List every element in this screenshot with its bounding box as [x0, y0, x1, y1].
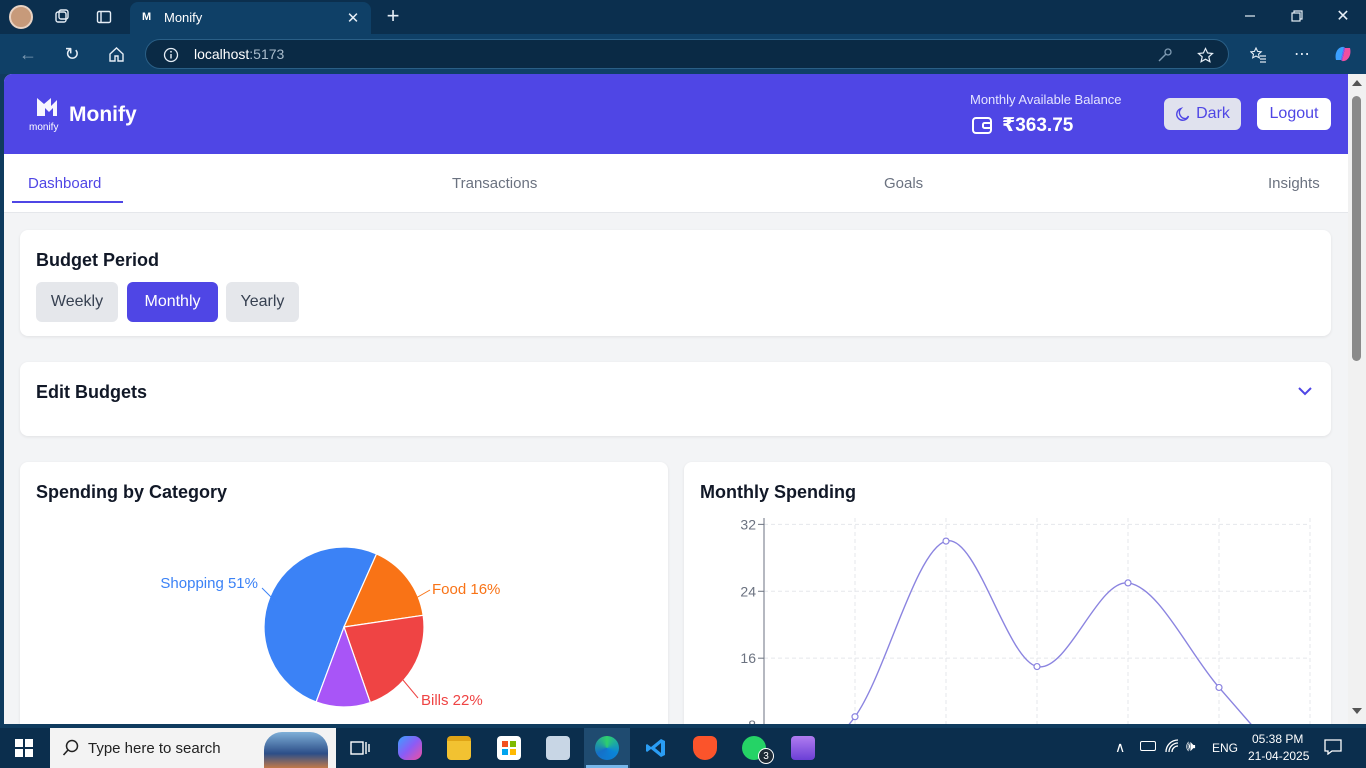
tab-favicon-icon: M — [142, 11, 152, 23]
page-scrollbar[interactable] — [1348, 74, 1366, 724]
whatsapp-icon[interactable]: 3 — [742, 736, 774, 764]
home-icon[interactable] — [106, 44, 126, 64]
data-point — [1215, 683, 1223, 692]
copilot-icon[interactable] — [1332, 43, 1354, 65]
address-bar[interactable]: localhost:5173 — [145, 39, 1229, 69]
photos-app-icon[interactable] — [546, 736, 570, 760]
task-view-icon[interactable] — [348, 736, 372, 760]
url-host: localhost — [194, 46, 250, 62]
microsoft-store-icon[interactable] — [497, 736, 521, 760]
windows-taskbar: Type here to search 3 ∧ 🕪 ENG 05:38 PM 2… — [0, 728, 1366, 768]
brave-browser-icon[interactable] — [693, 736, 717, 760]
data-point — [1033, 662, 1041, 671]
tab-insights[interactable]: Insights — [1268, 175, 1320, 192]
video-editor-icon[interactable] — [791, 736, 815, 760]
line-chart: 32 24 16 8 — [740, 516, 1311, 724]
more-options-icon[interactable]: ⋯ — [1292, 44, 1312, 64]
favorites-icon[interactable] — [1248, 44, 1268, 64]
search-icon — [62, 739, 80, 757]
tab-title: Monify — [164, 10, 203, 25]
edge-browser-icon[interactable] — [595, 736, 619, 760]
wallet-icon — [971, 114, 993, 136]
tab-actions-icon[interactable] — [94, 7, 114, 27]
y-tick-label: 24 — [740, 583, 756, 599]
new-tab-icon[interactable]: + — [383, 3, 403, 28]
file-explorer-icon[interactable] — [447, 736, 471, 760]
dark-mode-button[interactable]: Dark — [1164, 98, 1241, 130]
battery-icon[interactable] — [1140, 741, 1156, 751]
scroll-down-arrow-icon[interactable] — [1352, 708, 1362, 714]
pie-chart: Shopping 51% Food 16% Bills 22% — [160, 546, 500, 709]
brand-name[interactable]: Monify — [69, 103, 137, 127]
volume-icon[interactable]: 🕪 — [1186, 738, 1195, 755]
pie-slice-label: Shopping 51% — [160, 575, 258, 592]
brand-logo-icon[interactable] — [35, 94, 61, 118]
key-icon[interactable] — [1156, 46, 1174, 64]
tab-transactions[interactable]: Transactions — [452, 175, 537, 192]
taskbar-search-box[interactable]: Type here to search — [50, 728, 336, 768]
data-point — [851, 713, 859, 721]
copilot-taskbar-icon[interactable] — [398, 736, 422, 760]
pie-label-line — [415, 589, 431, 599]
site-info-icon[interactable] — [162, 46, 180, 64]
y-tick-label: 16 — [740, 650, 756, 666]
search-placeholder: Type here to search — [88, 740, 221, 757]
period-yearly-button[interactable]: Yearly — [226, 282, 299, 322]
browser-tab[interactable]: M Monify ✕ — [130, 2, 371, 34]
main-nav: Dashboard Transactions Goals Insights — [4, 154, 1348, 213]
workspaces-icon[interactable] — [52, 7, 72, 27]
y-tick-label: 8 — [748, 717, 756, 724]
pie-slice-label: Food 16% — [432, 581, 500, 598]
back-icon[interactable]: ← — [18, 44, 38, 64]
refresh-icon[interactable]: ↻ — [62, 44, 82, 64]
balance-value: ₹363.75 — [1002, 115, 1074, 136]
tab-dashboard[interactable]: Dashboard — [28, 175, 101, 192]
clock-date[interactable]: 21-04-2025 — [1248, 749, 1309, 763]
scrollbar-thumb[interactable] — [1352, 96, 1361, 361]
windows-start-icon[interactable] — [15, 739, 33, 757]
spending-by-category-card: Spending by Category Shopping 51% Food 16… — [20, 462, 668, 724]
language-indicator[interactable]: ENG — [1212, 741, 1238, 755]
notifications-icon[interactable] — [1324, 739, 1342, 758]
chevron-down-icon[interactable] — [1296, 384, 1314, 398]
pie-label-line — [402, 679, 419, 699]
url-port: :5173 — [249, 46, 285, 62]
favorite-star-icon[interactable] — [1196, 46, 1214, 64]
budget-period-card: Budget Period Weekly Monthly Yearly — [20, 230, 1331, 336]
scroll-up-arrow-icon[interactable] — [1352, 80, 1362, 86]
close-window-icon[interactable]: ✕ — [1333, 6, 1353, 26]
period-weekly-button[interactable]: Weekly — [36, 282, 118, 322]
data-point — [1124, 579, 1132, 587]
wifi-icon[interactable] — [1164, 738, 1180, 757]
minimize-icon[interactable] — [1240, 6, 1260, 26]
logout-button[interactable]: Logout — [1257, 98, 1331, 130]
app-header: monify Monify Monthly Available Balance … — [4, 74, 1348, 154]
url-text[interactable]: localhost:5173 — [194, 46, 284, 62]
budget-period-title: Budget Period — [36, 250, 160, 270]
profile-avatar[interactable] — [9, 5, 33, 29]
show-hidden-icons-icon[interactable]: ∧ — [1115, 739, 1125, 756]
moon-icon — [1175, 106, 1190, 122]
restore-icon[interactable] — [1287, 6, 1307, 26]
data-point — [942, 537, 950, 545]
browser-tab-bar: M Monify ✕ + ✕ — [0, 0, 1366, 34]
pie-slice-label: Bills 22% — [421, 692, 483, 709]
brand-subtitle: monify — [29, 122, 59, 133]
active-tab-indicator — [12, 201, 123, 203]
edit-budgets-card[interactable]: Edit Budgets — [20, 362, 1331, 436]
tab-goals[interactable]: Goals — [884, 175, 923, 192]
period-monthly-button[interactable]: Monthly — [127, 282, 218, 322]
page-viewport: monify Monify Monthly Available Balance … — [4, 74, 1348, 724]
whatsapp-badge: 3 — [758, 748, 774, 764]
y-tick-label: 32 — [740, 516, 756, 532]
monthly-spending-card: Monthly Spending 32 24 16 8 — [684, 462, 1331, 724]
clock-time[interactable]: 05:38 PM — [1252, 732, 1303, 746]
edit-budgets-title: Edit Budgets — [36, 382, 147, 402]
close-tab-icon[interactable]: ✕ — [344, 9, 362, 27]
vscode-icon[interactable] — [644, 736, 668, 760]
dark-mode-label: Dark — [1196, 105, 1230, 122]
balance-label: Monthly Available Balance — [970, 92, 1122, 107]
search-highlight-image — [264, 732, 328, 768]
